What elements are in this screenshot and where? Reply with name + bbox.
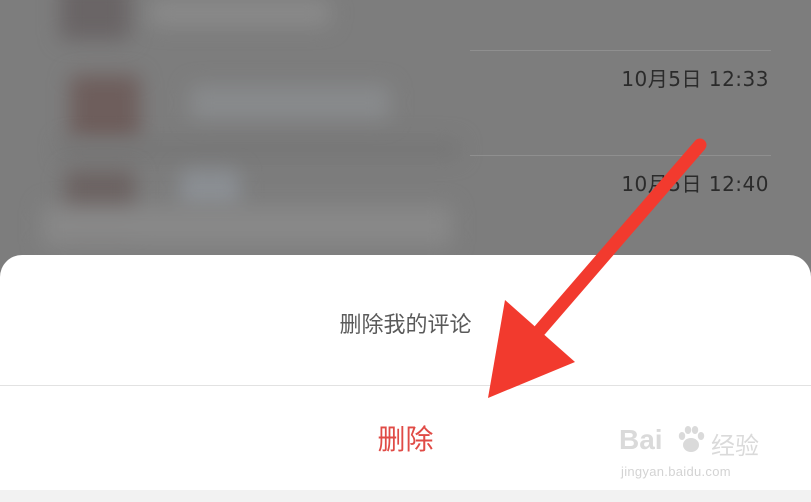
comment-timestamp: 10月5日 12:33	[621, 67, 769, 91]
bottom-strip	[0, 490, 811, 502]
comment-item-partial	[40, 0, 810, 60]
screen: 10月5日 12:33 10月5日 12:40 删除我的评论 删除 Bai 经验	[0, 0, 811, 502]
paw-icon	[678, 426, 705, 452]
comment-timestamp: 10月5日 12:40	[621, 172, 769, 196]
comment-text-blurred	[190, 85, 390, 121]
comment-text-blurred	[150, 0, 330, 26]
baidu-jingyan-watermark: Bai 经验 jingyan.baidu.com	[619, 418, 769, 488]
comment-item	[40, 150, 810, 250]
action-sheet-title: 删除我的评论	[339, 313, 472, 338]
watermark-url: jingyan.baidu.com	[621, 464, 731, 479]
avatar	[70, 75, 140, 141]
comment-text-blurred	[42, 205, 452, 247]
watermark-brand-cn: 经验	[711, 432, 759, 460]
comment-list-background: 10月5日 12:33 10月5日 12:40	[0, 0, 811, 260]
comment-image-blurred	[180, 170, 240, 210]
watermark-brand: Bai	[619, 424, 663, 455]
list-divider	[470, 50, 771, 51]
avatar	[60, 0, 130, 40]
